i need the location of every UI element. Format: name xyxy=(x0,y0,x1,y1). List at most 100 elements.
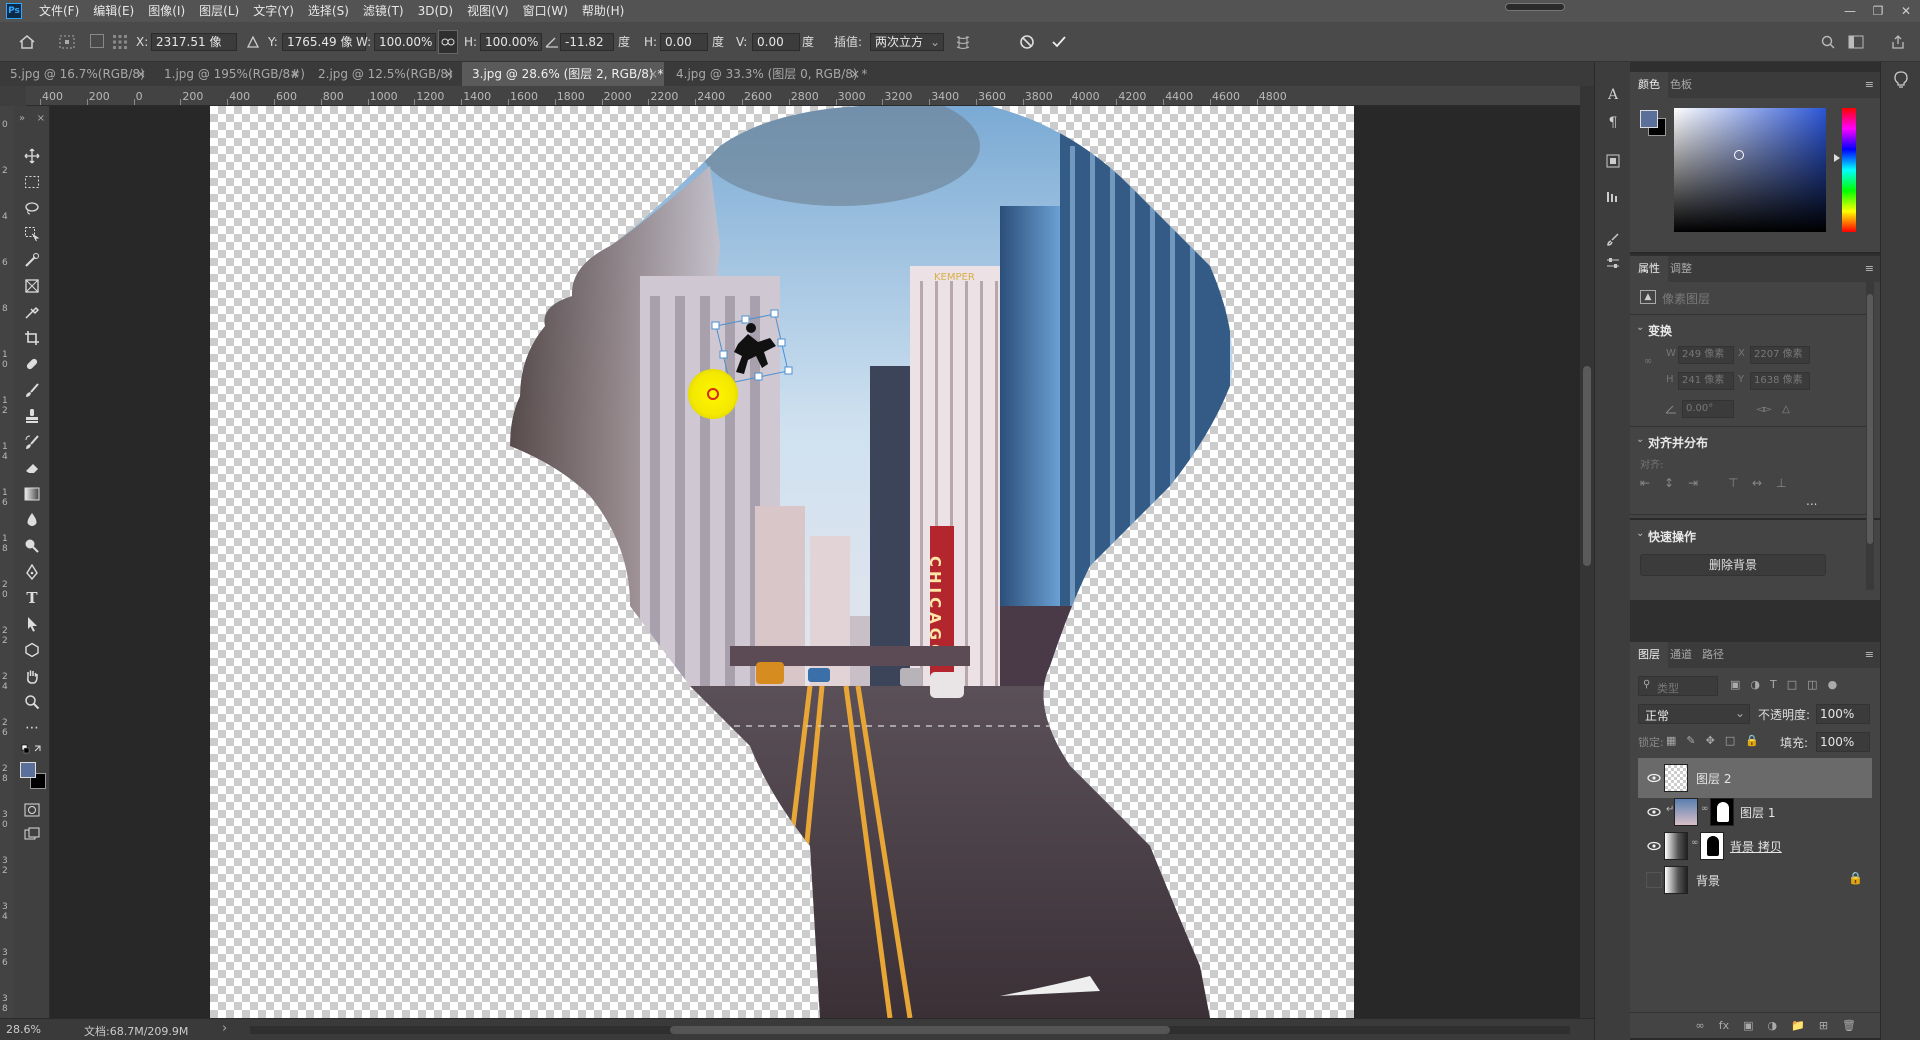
properties-scrollbar[interactable] xyxy=(1866,280,1874,590)
cancel-transform-icon[interactable] xyxy=(1016,31,1038,53)
shape-tool-icon[interactable] xyxy=(19,638,45,662)
filter-adjustment-icon[interactable]: ◑ xyxy=(1750,678,1760,694)
lock-artboard-icon[interactable]: □ xyxy=(1725,734,1735,748)
tab-2jpg[interactable]: 2.jpg @ 12.5%(RGB/8) × xyxy=(308,62,460,86)
lock-transparency-icon[interactable]: ▦ xyxy=(1666,734,1676,748)
visibility-toggle-empty[interactable] xyxy=(1646,872,1662,888)
foreground-color-swatch[interactable] xyxy=(20,762,36,778)
paragraph-panel-icon[interactable]: ¶ xyxy=(1601,112,1625,134)
glyphs-panel-icon[interactable] xyxy=(1601,150,1625,172)
tab-3jpg[interactable]: 3.jpg @ 28.6% (图层 2, RGB/8) * × xyxy=(462,62,664,86)
menu-image[interactable]: 图像(I) xyxy=(141,0,192,22)
add-mask-icon[interactable]: ▣ xyxy=(1743,1019,1753,1032)
menu-window[interactable]: 窗口(W) xyxy=(516,0,575,22)
visibility-eye-icon[interactable] xyxy=(1646,770,1662,786)
link-icon[interactable]: ∞ xyxy=(1642,352,1654,370)
close-icon[interactable]: ✕ xyxy=(1892,0,1920,22)
quick-selection-tool-icon[interactable] xyxy=(19,248,45,272)
delta-icon[interactable] xyxy=(244,32,262,52)
workspace-icon[interactable] xyxy=(1846,32,1866,52)
reference-grid-icon[interactable] xyxy=(110,32,130,52)
scroll-thumb[interactable] xyxy=(1867,294,1873,544)
foreground-color-swatch[interactable] xyxy=(1640,110,1658,128)
tab-4jpg[interactable]: 4.jpg @ 33.3% (图层 0, RGB/8) * × xyxy=(666,62,867,86)
marquee-tool-icon[interactable] xyxy=(19,170,45,194)
close-icon[interactable]: × xyxy=(136,62,146,86)
eyedropper-tool-icon[interactable] xyxy=(19,300,45,324)
horizontal-skew-field[interactable]: 0.00 xyxy=(660,33,708,51)
menu-edit[interactable]: 编辑(E) xyxy=(86,0,141,22)
height-percent-field[interactable]: 100.00% xyxy=(480,33,542,51)
menu-help[interactable]: 帮助(H) xyxy=(575,0,631,22)
clone-stamp-tool-icon[interactable] xyxy=(19,404,45,428)
close-icon[interactable]: × xyxy=(850,62,860,86)
layer-name[interactable]: 图层 1 xyxy=(1740,804,1775,821)
collapse-chevron-icon[interactable]: ⌄ xyxy=(1636,322,1644,333)
quick-mask-icon[interactable] xyxy=(19,798,45,822)
opacity-field[interactable]: 100% xyxy=(1816,704,1870,724)
path-selection-tool-icon[interactable] xyxy=(19,612,45,636)
tab-5jpg[interactable]: 5.jpg @ 16.7%(RGB/8) × xyxy=(0,62,152,86)
color-field[interactable] xyxy=(1674,108,1826,232)
warp-mode-icon[interactable] xyxy=(952,32,974,52)
collapse-chevron-icon[interactable]: ⌄ xyxy=(1636,528,1644,539)
menu-filter[interactable]: 滤镜(T) xyxy=(356,0,411,22)
align-vcenter-icon[interactable]: ↔ xyxy=(1752,476,1762,490)
adjustment-sliders-icon[interactable] xyxy=(1601,252,1625,274)
filter-type-icon[interactable]: T xyxy=(1770,678,1777,694)
align-section-title[interactable]: 对齐并分布 xyxy=(1648,434,1708,451)
character-panel-icon[interactable]: A xyxy=(1601,84,1625,106)
filter-shape-icon[interactable]: □ xyxy=(1787,678,1797,694)
lasso-tool-icon[interactable] xyxy=(19,196,45,220)
crop-tool-icon[interactable] xyxy=(19,326,45,350)
link-icon[interactable] xyxy=(438,30,458,54)
tab-swatches[interactable]: 色板 xyxy=(1662,72,1700,98)
zoom-tool-icon[interactable] xyxy=(19,690,45,714)
delete-layer-icon[interactable]: 🗑 xyxy=(1842,1019,1856,1032)
interpolation-select[interactable]: 两次立方 ⌄ xyxy=(870,33,944,51)
panel-menu-icon[interactable]: ≡ xyxy=(1865,78,1874,91)
align-bottom-icon[interactable]: ⊥ xyxy=(1776,476,1786,490)
panel-menu-icon[interactable]: ≡ xyxy=(1865,648,1874,661)
link-layers-icon[interactable]: ∞ xyxy=(1696,1019,1705,1032)
y-position-field[interactable]: 1765.49 像 xyxy=(282,33,366,51)
layer-name[interactable]: 背景 xyxy=(1696,872,1720,889)
collapse-chevron-icon[interactable]: ⌄ xyxy=(1636,434,1644,445)
history-panel-icon[interactable] xyxy=(1601,186,1625,208)
tab-adjustments[interactable]: 调整 xyxy=(1662,256,1700,282)
more-tools-icon[interactable]: ⋯ xyxy=(19,716,45,740)
filter-smart-object-icon[interactable]: ◫ xyxy=(1807,678,1817,694)
healing-brush-tool-icon[interactable] xyxy=(19,352,45,376)
move-tool-icon[interactable] xyxy=(19,144,45,168)
quick-actions-title[interactable]: 快速操作 xyxy=(1648,528,1696,545)
vertical-scrollbar[interactable] xyxy=(1580,86,1594,1018)
collapse-icon[interactable]: » xyxy=(19,113,25,124)
width-percent-field[interactable]: 100.00% xyxy=(374,33,436,51)
brush-tool-icon[interactable] xyxy=(19,378,45,402)
fill-field[interactable]: 100% xyxy=(1816,732,1870,752)
new-adjustment-icon[interactable]: ◑ xyxy=(1768,1019,1778,1032)
visibility-eye-icon[interactable] xyxy=(1646,838,1662,854)
layer-mask-thumbnail[interactable] xyxy=(1700,832,1724,860)
screen-mode-icon[interactable] xyxy=(19,822,45,846)
menu-view[interactable]: 视图(V) xyxy=(460,0,516,22)
mask-link-icon[interactable]: ∞ xyxy=(1701,804,1709,814)
history-brush-tool-icon[interactable] xyxy=(19,430,45,454)
prop-height-field[interactable]: 241 像素 xyxy=(1678,372,1734,390)
align-right-icon[interactable]: ⇥ xyxy=(1688,476,1698,490)
search-icon[interactable] xyxy=(1818,32,1838,52)
share-icon[interactable] xyxy=(1888,32,1908,52)
panel-menu-icon[interactable]: ≡ xyxy=(1865,262,1874,275)
brush-settings-icon[interactable] xyxy=(1601,228,1625,250)
scroll-thumb[interactable] xyxy=(1583,366,1591,566)
zoom-level[interactable]: 28.6% xyxy=(6,1023,41,1036)
mask-link-icon[interactable]: ∞ xyxy=(1691,838,1699,848)
hue-slider-handle[interactable] xyxy=(1834,154,1840,162)
menu-3d[interactable]: 3D(D) xyxy=(411,0,460,22)
canvas-area[interactable]: KEMPER CHICAGO xyxy=(50,106,1580,1018)
transform-section-title[interactable]: 变换 xyxy=(1648,322,1672,339)
new-layer-icon[interactable]: ⊞ xyxy=(1819,1019,1828,1032)
x-position-field[interactable]: 2317.51 像 xyxy=(151,33,237,51)
close-icon[interactable]: × xyxy=(444,62,454,86)
flip-vertical-icon[interactable]: △ xyxy=(1778,402,1794,416)
